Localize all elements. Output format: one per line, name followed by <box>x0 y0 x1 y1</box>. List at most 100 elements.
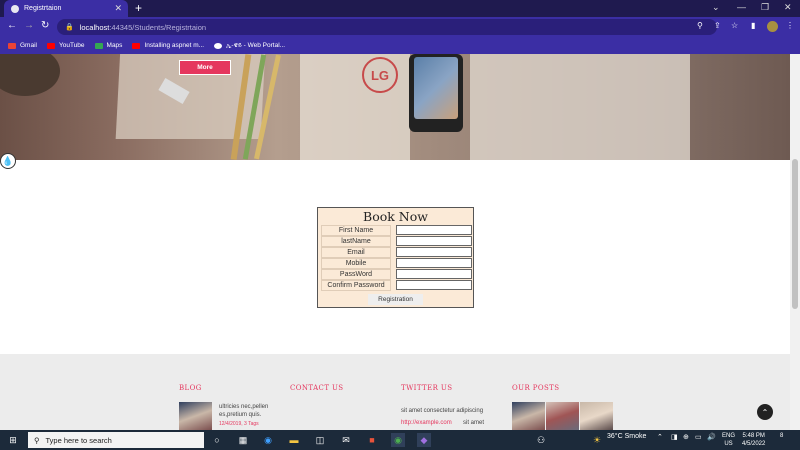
last-name-label: lastName <box>321 236 391 247</box>
windows-taskbar: ⊞ ⚲ Type here to search ○ ▦ ◉ ▬ ◫ ✉ ■ ◉ … <box>0 430 800 450</box>
tab-title: Registrtaion <box>24 5 62 12</box>
tab-strip: Registrtaion ✕ + ⌄ — ❐ ✕ <box>0 0 800 17</box>
browser-tab[interactable]: Registrtaion ✕ <box>4 0 128 17</box>
close-tab-icon[interactable]: ✕ <box>114 3 122 14</box>
twitter-link[interactable]: http://example.com <box>401 419 452 427</box>
post-thumbnail-1[interactable] <box>512 402 545 430</box>
windows-start-icon[interactable]: ⊞ <box>6 433 20 447</box>
portal-icon <box>214 42 223 49</box>
profile-avatar[interactable] <box>767 21 778 32</box>
bookmark-youtube[interactable]: YouTube <box>46 42 85 49</box>
new-tab-icon[interactable]: + <box>135 1 142 15</box>
lock-icon: 🔒 <box>65 24 74 31</box>
url-host: localhost <box>79 22 110 32</box>
store-icon[interactable]: ◫ <box>313 433 327 447</box>
blog-heading: BLOG <box>179 384 202 392</box>
bookmarks-bar: Gmail YouTube Maps Installing aspnet m..… <box>0 37 800 54</box>
email-row: Email <box>321 247 472 258</box>
site-footer: BLOG CONTACT US TWITTER US OUR POSTS ult… <box>0 354 790 430</box>
password-input[interactable] <box>396 269 472 279</box>
email-label: Email <box>321 247 391 258</box>
tray-app-icon[interactable]: ◨ <box>671 433 678 441</box>
phone-image <box>409 54 463 132</box>
menu-icon[interactable]: ⋮ <box>786 21 794 30</box>
form-title: Book Now <box>363 209 428 224</box>
address-bar[interactable]: 🔒 localhost :44345/Students/Registrtaion <box>57 19 717 35</box>
sidepanel-icon[interactable]: ▮ <box>751 21 755 30</box>
lg-logo: LG <box>362 57 398 93</box>
more-button[interactable]: More <box>179 60 231 75</box>
reload-icon[interactable]: ↻ <box>41 20 49 31</box>
bookmark-installing-aspnet[interactable]: Installing aspnet m... <box>132 42 204 49</box>
password-label: PassWord <box>321 269 391 280</box>
weather-icon[interactable]: ☀ <box>590 433 604 447</box>
bookmark-star-icon[interactable]: ☆ <box>731 21 738 30</box>
maximize-icon[interactable]: ❐ <box>761 2 769 13</box>
twitter-heading: TWITTER US <box>401 384 453 392</box>
blog-meta: 12/4/2019, 3 Tags <box>219 421 259 427</box>
last-name-row: lastName <box>321 236 472 247</box>
url-path: :44345/Students/Registrtaion <box>109 22 207 32</box>
first-name-label: First Name <box>321 225 391 236</box>
gmail-icon <box>8 42 16 49</box>
bookmark-maps[interactable]: Maps <box>94 42 122 49</box>
post-thumbnail-3[interactable] <box>580 402 613 430</box>
maps-icon <box>94 42 103 49</box>
people-icon[interactable]: ⚇ <box>534 433 548 447</box>
back-icon[interactable]: ← <box>7 20 17 31</box>
confirm-password-label: Confirm Password <box>321 280 391 291</box>
basket-image <box>0 54 60 96</box>
chrome-icon[interactable]: ◉ <box>391 433 405 447</box>
tray-chevron-icon[interactable]: ⌃ <box>657 433 663 441</box>
mobile-input[interactable] <box>396 258 472 268</box>
first-name-input[interactable] <box>396 225 472 235</box>
last-name-input[interactable] <box>396 236 472 246</box>
post-thumbnail-2[interactable] <box>546 402 579 430</box>
minimize-icon[interactable]: — <box>737 2 746 12</box>
office-icon[interactable]: ■ <box>365 433 379 447</box>
mobile-row: Mobile <box>321 258 472 269</box>
language-indicator[interactable]: ENG US <box>722 432 735 448</box>
registration-button[interactable]: Registration <box>368 294 423 305</box>
bookmark-gmail[interactable]: Gmail <box>8 42 37 49</box>
file-explorer-icon[interactable]: ▬ <box>287 433 301 447</box>
globe-icon <box>11 4 19 13</box>
edge-icon[interactable]: ◉ <box>261 433 275 447</box>
zoom-icon[interactable]: ⚲ <box>697 21 703 30</box>
contact-heading: CONTACT US <box>290 384 344 392</box>
widgets-icon[interactable]: ▦ <box>236 433 250 447</box>
task-view-icon[interactable]: ○ <box>210 433 224 447</box>
youtube-icon <box>46 42 55 49</box>
search-icon: ⚲ <box>34 435 40 445</box>
password-row: PassWord <box>321 269 472 280</box>
share-icon[interactable]: ⇪ <box>714 21 721 30</box>
ink-drop-icon[interactable]: 💧 <box>0 153 16 169</box>
confirm-password-input[interactable] <box>396 280 472 290</box>
tab-search-icon[interactable]: ⌄ <box>712 2 720 13</box>
confirm-password-row: Confirm Password <box>321 280 472 291</box>
close-window-icon[interactable]: ✕ <box>784 2 792 13</box>
blog-thumbnail[interactable] <box>179 402 212 430</box>
weather-text[interactable]: 36°C Smoke <box>607 433 646 440</box>
volume-icon[interactable]: 🔊 <box>707 433 716 441</box>
search-placeholder: Type here to search <box>45 435 112 445</box>
twitter-text: sit amet consectetur adipiscing <box>401 408 484 414</box>
blog-excerpt[interactable]: ultricies nec,pellen es,pretium quis. <box>219 403 281 419</box>
scrollbar-thumb[interactable] <box>792 159 798 309</box>
notifications-badge[interactable]: 8 <box>780 433 783 439</box>
mail-icon[interactable]: ✉ <box>339 433 353 447</box>
forward-icon[interactable]: → <box>24 20 34 31</box>
page-scrollbar[interactable] <box>790 54 800 430</box>
hero-banner: LG <box>0 54 790 160</box>
network-icon[interactable]: ⊕ <box>683 433 689 441</box>
registration-form: Book Now First Name lastName Email Mobil… <box>317 207 474 308</box>
scroll-to-top-icon[interactable]: ⌃ <box>757 404 773 420</box>
taskbar-search-box[interactable]: ⚲ Type here to search <box>28 432 204 448</box>
bookmark-web-portal[interactable]: ኢ-ዌይ - Web Portal... <box>214 42 285 50</box>
navigation-bar: ← → ↻ 🔒 localhost :44345/Students/Regist… <box>0 17 800 37</box>
battery-icon[interactable]: ▭ <box>695 433 702 441</box>
email-input[interactable] <box>396 247 472 257</box>
visual-studio-icon[interactable]: ◆ <box>417 433 431 447</box>
clock[interactable]: 5:48 PM 4/5/2022 <box>742 432 765 448</box>
posts-heading: OUR POSTS <box>512 384 560 392</box>
